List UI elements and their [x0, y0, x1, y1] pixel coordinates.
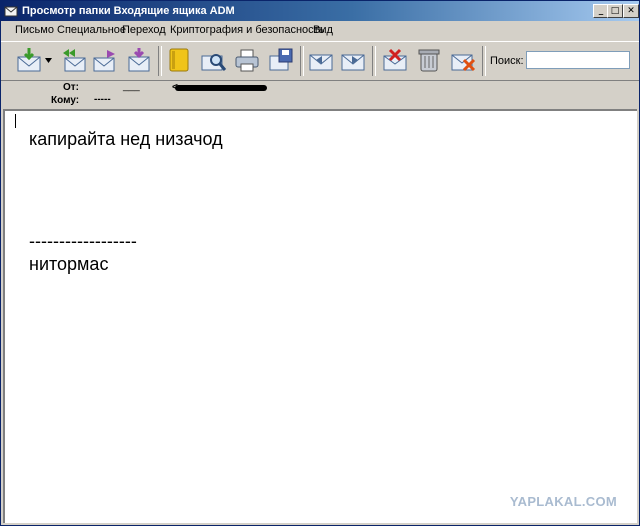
- previous-message-icon: [309, 54, 333, 71]
- app-icon: [4, 4, 18, 18]
- close-button[interactable]: ✕: [623, 4, 639, 18]
- next-message-icon: [341, 54, 365, 71]
- text-caret: [15, 114, 16, 128]
- delete-icon: [451, 54, 476, 72]
- toolbar: Поиск:: [1, 41, 639, 81]
- reply-all-button[interactable]: [59, 46, 87, 74]
- find-button[interactable]: [199, 46, 227, 74]
- toolbar-separator: [158, 46, 162, 76]
- watermark: YAPLAKAL.COM: [509, 494, 617, 509]
- redacted-sender-address: [175, 85, 267, 91]
- menu-special[interactable]: Специальное: [57, 24, 126, 36]
- get-mail-dropdown-icon[interactable]: [45, 58, 52, 63]
- reply-all-icon: [63, 49, 86, 72]
- menu-crypto-security[interactable]: Криптография и безопасность: [170, 24, 324, 36]
- new-message-icon: [128, 48, 150, 72]
- save-button[interactable]: [267, 46, 295, 74]
- maximize-button[interactable]: □: [607, 4, 623, 18]
- message-line: ------------------: [29, 231, 137, 251]
- address-book-icon: [169, 48, 189, 72]
- save-icon: [269, 48, 293, 71]
- get-mail-icon: [17, 48, 41, 72]
- trash-icon: [418, 49, 440, 72]
- search-label: Поиск:: [490, 55, 524, 67]
- menu-view[interactable]: Вид: [313, 24, 333, 36]
- toolbar-separator: [300, 46, 304, 76]
- to-label: Кому:: [51, 95, 80, 106]
- search-input[interactable]: [526, 51, 630, 69]
- window-title: Просмотр папки Входящие ящика ADM: [22, 5, 235, 17]
- message-body[interactable]: капирайта нед низачод ------------------…: [3, 109, 637, 523]
- message-line: капирайта нед низачод: [29, 129, 223, 149]
- trash-button[interactable]: [415, 46, 443, 74]
- message-view-window: Просмотр папки Входящие ящика ADM _ □ ✕ …: [0, 0, 640, 526]
- new-message-button[interactable]: [125, 46, 153, 74]
- message-header: От: ___ < Кому: -----: [1, 81, 639, 109]
- toolbar-separator: [372, 46, 376, 76]
- next-message-button[interactable]: [339, 46, 367, 74]
- menu-bar: Письмо Специальное Переход Криптография …: [1, 21, 639, 41]
- get-mail-button[interactable]: [15, 46, 43, 74]
- menu-letter[interactable]: Письмо: [15, 24, 54, 36]
- delete-button[interactable]: [449, 46, 477, 74]
- print-icon: [235, 49, 259, 72]
- mark-spam-button[interactable]: [381, 46, 409, 74]
- address-book-button[interactable]: [165, 46, 193, 74]
- print-button[interactable]: [233, 46, 261, 74]
- forward-button[interactable]: [91, 46, 119, 74]
- mark-spam-icon: [383, 48, 407, 71]
- find-icon: [201, 54, 227, 71]
- previous-message-button[interactable]: [307, 46, 335, 74]
- to-value[interactable]: -----: [94, 94, 111, 105]
- from-label: От:: [63, 82, 80, 93]
- menu-go[interactable]: Переход: [122, 24, 166, 36]
- from-name[interactable]: ___: [123, 81, 140, 92]
- forward-icon: [93, 50, 115, 72]
- message-line: нитормас: [29, 254, 109, 274]
- title-bar[interactable]: Просмотр папки Входящие ящика ADM _ □ ✕: [1, 1, 639, 21]
- toolbar-separator: [482, 46, 486, 76]
